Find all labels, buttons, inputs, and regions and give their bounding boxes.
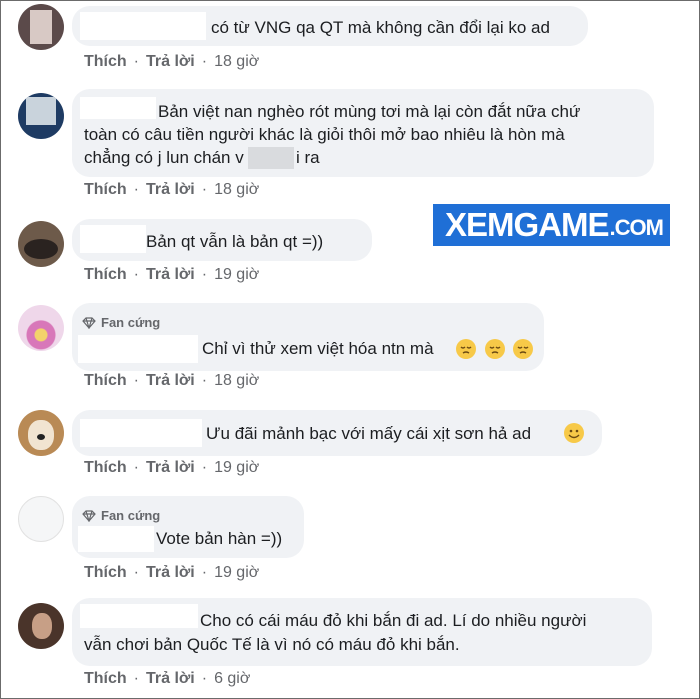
- timestamp[interactable]: 18 giờ: [214, 53, 259, 71]
- diamond-icon: [82, 317, 96, 329]
- like-button[interactable]: Thích: [84, 459, 127, 477]
- comment-text-line-3a: chẳng có j lun chán v: [84, 148, 244, 167]
- timestamp[interactable]: 18 giờ: [214, 372, 259, 390]
- comment-text-line-2: toàn có câu tiền người khác là giỏi thôi…: [84, 125, 565, 144]
- timestamp[interactable]: 19 giờ: [214, 564, 259, 582]
- redacted-name: [80, 225, 146, 253]
- fan-badge: Fan cứng: [82, 505, 160, 527]
- separator: ·: [133, 266, 139, 283]
- comment-text: có từ VNG qa QT mà không cần đổi lại ko …: [211, 18, 550, 37]
- diamond-icon: [82, 510, 96, 522]
- comment-bubble: Fan cứng Vote bản hàn =)): [72, 496, 304, 558]
- fan-badge: Fan cứng: [82, 312, 160, 334]
- smile-emoji: [564, 423, 584, 443]
- redacted-name: [80, 604, 198, 628]
- avatar[interactable]: [18, 496, 64, 542]
- separator: ·: [201, 670, 208, 687]
- xemgame-watermark-logo: XEMGAME .COM: [433, 204, 670, 246]
- separator: ·: [133, 459, 139, 476]
- avatar[interactable]: [18, 4, 64, 50]
- comment-actions: Thích · Trả lời · 18 giờ: [84, 372, 259, 390]
- like-button[interactable]: Thích: [84, 670, 127, 688]
- like-button[interactable]: Thích: [84, 53, 127, 71]
- pensive-emoji: [513, 339, 534, 359]
- comment-actions: Thích · Trả lời · 18 giờ: [84, 181, 259, 199]
- comment-text: Vote bản hàn =)): [156, 529, 283, 548]
- separator: ·: [201, 372, 208, 389]
- like-button[interactable]: Thích: [84, 181, 127, 199]
- comment-text-line-1: Bản việt nan nghèo rót mùng tơi mà lại c…: [158, 102, 581, 121]
- redacted-name: [80, 419, 202, 447]
- comment-text: Ưu đãi mảnh bạc với mấy cái xịt sơn hả a…: [206, 424, 532, 443]
- redacted-name: [78, 335, 198, 363]
- separator: ·: [201, 181, 208, 198]
- comment-actions: Thích · Trả lời · 18 giờ: [84, 53, 259, 71]
- like-button[interactable]: Thích: [84, 564, 127, 582]
- reply-button[interactable]: Trả lời: [146, 459, 195, 477]
- separator: ·: [201, 266, 208, 283]
- comment-bubble: có từ VNG qa QT mà không cần đổi lại ko …: [72, 6, 588, 46]
- redacted-name: [80, 12, 206, 40]
- watermark-suffix: .COM: [609, 215, 664, 240]
- avatar[interactable]: [18, 305, 64, 351]
- separator: ·: [133, 53, 139, 70]
- comment-actions: Thích · Trả lời · 6 giờ: [84, 670, 250, 688]
- separator: ·: [201, 53, 208, 70]
- like-button[interactable]: Thích: [84, 266, 127, 284]
- avatar[interactable]: [18, 93, 64, 139]
- comment-text-line-1: Cho có cái máu đỏ khi bắn đi ad. Lí do n…: [200, 611, 587, 630]
- separator: ·: [133, 372, 139, 389]
- pensive-emoji: [484, 339, 505, 359]
- reply-button[interactable]: Trả lời: [146, 53, 195, 71]
- comment-actions: Thích · Trả lời · 19 giờ: [84, 564, 259, 582]
- reply-button[interactable]: Trả lời: [146, 372, 195, 390]
- timestamp[interactable]: 19 giờ: [214, 266, 259, 284]
- comment-text-line-2: vẫn chơi bản Quốc Tế là vì nó có máu đỏ …: [84, 635, 460, 654]
- timestamp[interactable]: 6 giờ: [214, 670, 250, 688]
- badge-label: Fan cứng: [101, 315, 161, 330]
- reply-button[interactable]: Trả lời: [146, 266, 195, 284]
- comment-actions: Thích · Trả lời · 19 giờ: [84, 459, 259, 477]
- comment-bubble: Bản qt vẫn là bản qt =)): [72, 219, 372, 261]
- comment-text: Bản qt vẫn là bản qt =)): [146, 232, 324, 251]
- comment-text: Chỉ vì thử xem việt hóa ntn mà: [202, 339, 434, 358]
- comment-actions: Thích · Trả lời · 19 giờ: [84, 266, 259, 284]
- timestamp[interactable]: 19 giờ: [214, 459, 259, 477]
- separator: ·: [133, 564, 139, 581]
- comment-bubble: Ưu đãi mảnh bạc với mấy cái xịt sơn hả a…: [72, 410, 602, 456]
- timestamp[interactable]: 18 giờ: [214, 181, 259, 199]
- reply-button[interactable]: Trả lời: [146, 564, 195, 582]
- redacted-name: [78, 526, 154, 552]
- pensive-emoji: [456, 339, 476, 359]
- badge-label: Fan cứng: [101, 508, 161, 523]
- emoji-group: [452, 339, 534, 362]
- redacted-name: [80, 97, 156, 119]
- comment-bubble: Cho có cái máu đỏ khi bắn đi ad. Lí do n…: [72, 598, 652, 666]
- avatar[interactable]: [18, 603, 64, 649]
- comment-text-line-3b: i ra: [296, 148, 320, 167]
- like-button[interactable]: Thích: [84, 372, 127, 390]
- separator: ·: [133, 181, 139, 198]
- avatar[interactable]: [18, 410, 64, 456]
- reply-button[interactable]: Trả lời: [146, 670, 195, 688]
- comment-bubble: Fan cứng Chỉ vì thử xem việt hóa ntn mà: [72, 303, 544, 371]
- reply-button[interactable]: Trả lời: [146, 181, 195, 199]
- comment-bubble: Bản việt nan nghèo rót mùng tơi mà lại c…: [72, 89, 654, 177]
- separator: ·: [201, 564, 208, 581]
- redacted-word: [248, 147, 294, 169]
- separator: ·: [133, 670, 139, 687]
- watermark-main: XEMGAME: [445, 206, 610, 243]
- avatar[interactable]: [18, 221, 64, 267]
- separator: ·: [201, 459, 208, 476]
